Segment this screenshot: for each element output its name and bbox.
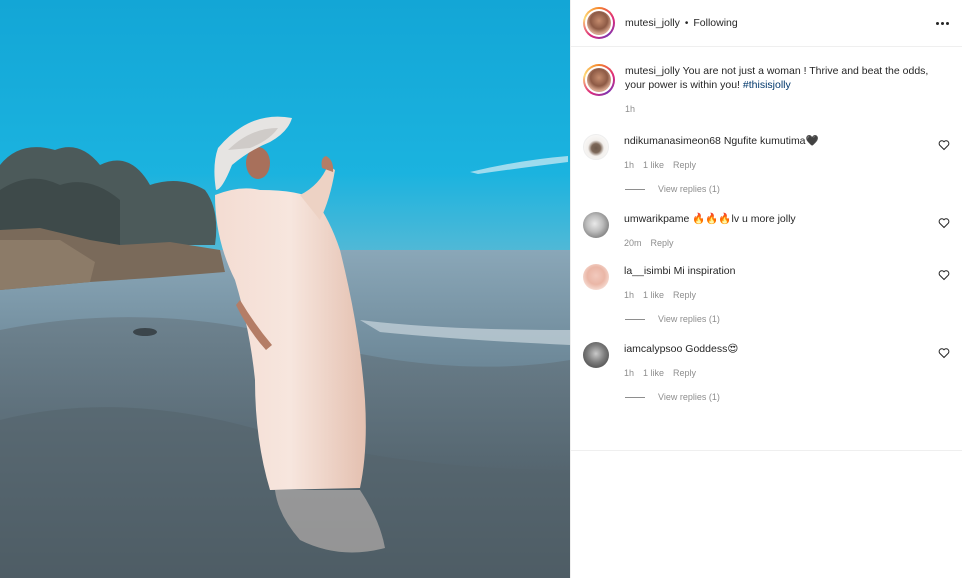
comment-time[interactable]: 1h — [624, 290, 634, 300]
author-avatar[interactable] — [583, 7, 615, 39]
view-replies-button[interactable]: View replies (1) — [625, 392, 950, 402]
comment-meta: 1h 1 like Reply — [624, 290, 950, 300]
post-caption: mutesi_jolly You are not just a woman ! … — [571, 47, 962, 96]
commenter-avatar[interactable] — [583, 134, 609, 160]
reply-button[interactable]: Reply — [673, 290, 696, 300]
comment-meta: 1h 1 like Reply — [624, 160, 950, 170]
comment-time[interactable]: 1h — [624, 160, 634, 170]
comment-likes[interactable]: 1 like — [643, 290, 664, 300]
comment-item: iamcalypsoo Goddess😍 1h 1 like Reply — [583, 342, 950, 378]
comment-item: ndikumanasimeon68 Ngufite kumutima🖤 1h 1… — [583, 134, 950, 170]
replies-divider-line — [625, 396, 645, 398]
comment-time[interactable]: 20m — [624, 238, 642, 248]
commenter-username[interactable]: la__isimbi — [624, 265, 671, 277]
commenter-username[interactable]: umwarikpame — [624, 213, 689, 225]
heart-outline-icon[interactable] — [938, 139, 950, 151]
replies-divider-line — [625, 318, 645, 320]
author-avatar-image — [587, 11, 611, 35]
view-replies-label: View replies (1) — [658, 392, 720, 402]
replies-divider-line — [625, 188, 645, 190]
following-button[interactable]: Following — [693, 17, 737, 29]
comment-text: Mi inspiration — [673, 265, 736, 277]
comment-text: Goddess😍 — [685, 343, 739, 355]
comment-text: Ngufite kumutima🖤 — [723, 135, 819, 147]
comment-time[interactable]: 1h — [624, 368, 634, 378]
post-photo[interactable] — [0, 0, 570, 578]
commenter-avatar[interactable] — [583, 212, 609, 238]
post-header: mutesi_jolly • Following — [571, 0, 962, 47]
comment-item: umwarikpame 🔥🔥🔥lv u more jolly 20m Reply — [583, 212, 950, 248]
reply-button[interactable]: Reply — [673, 160, 696, 170]
comments-bottom-divider — [571, 450, 962, 451]
comment-meta: 1h 1 like Reply — [624, 368, 950, 378]
comment-likes[interactable]: 1 like — [643, 160, 664, 170]
header-separator: • — [684, 17, 689, 29]
commenter-avatar[interactable] — [583, 264, 609, 290]
heart-outline-icon[interactable] — [938, 217, 950, 229]
reply-button[interactable]: Reply — [673, 368, 696, 378]
more-options-icon[interactable] — [934, 15, 950, 31]
caption-avatar-image — [587, 68, 611, 92]
heart-outline-icon[interactable] — [938, 347, 950, 359]
instagram-post-view: mutesi_jolly • Following mutesi_jolly Yo… — [0, 0, 962, 578]
view-replies-label: View replies (1) — [658, 184, 720, 194]
view-replies-button[interactable]: View replies (1) — [625, 314, 950, 324]
caption-text: mutesi_jolly You are not just a woman ! … — [625, 64, 950, 96]
caption-avatar[interactable] — [583, 64, 615, 96]
commenter-avatar[interactable] — [583, 342, 609, 368]
commenter-username[interactable]: iamcalypsoo — [624, 343, 682, 355]
beach-photo-illustration — [0, 116, 570, 578]
reply-button[interactable]: Reply — [651, 238, 674, 248]
caption-hashtag[interactable]: #thisisjolly — [743, 79, 791, 91]
commenter-username[interactable]: ndikumanasimeon68 — [624, 135, 721, 147]
comment-likes[interactable]: 1 like — [643, 368, 664, 378]
comment-item: la__isimbi Mi inspiration 1h 1 like Repl… — [583, 264, 950, 300]
view-replies-button[interactable]: View replies (1) — [625, 184, 950, 194]
post-sidebar: mutesi_jolly • Following mutesi_jolly Yo… — [570, 0, 962, 578]
comment-text: 🔥🔥🔥lv u more jolly — [692, 213, 796, 225]
author-username[interactable]: mutesi_jolly — [625, 17, 680, 29]
caption-username[interactable]: mutesi_jolly — [625, 65, 680, 77]
heart-outline-icon[interactable] — [938, 269, 950, 281]
caption-timestamp[interactable]: 1h — [625, 104, 962, 114]
comment-meta: 20m Reply — [624, 238, 950, 248]
view-replies-label: View replies (1) — [658, 314, 720, 324]
comment-list: ndikumanasimeon68 Ngufite kumutima🖤 1h 1… — [571, 134, 962, 402]
